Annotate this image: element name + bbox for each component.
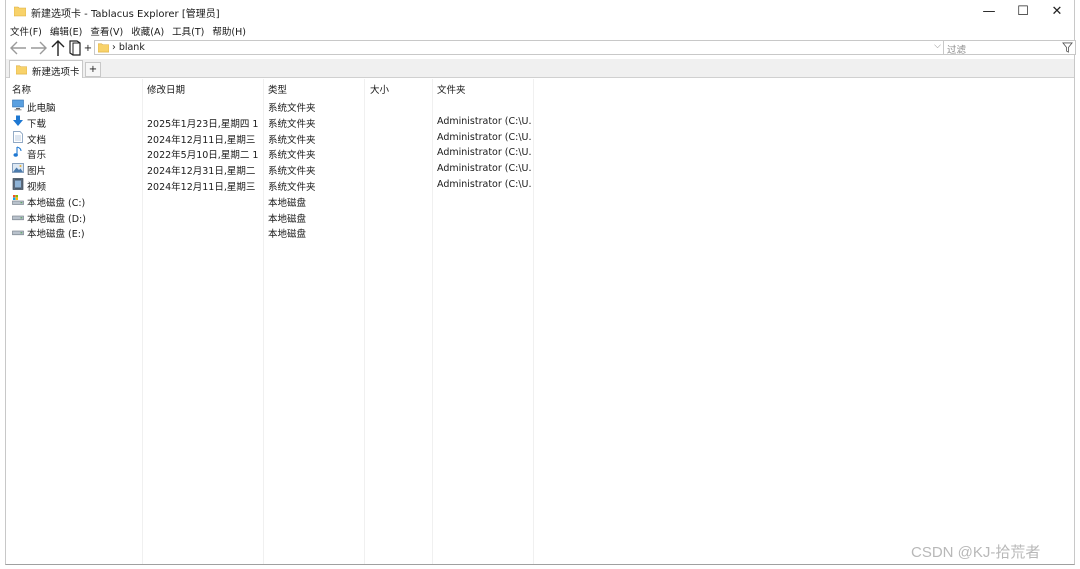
cell-folder: Administrator (C:\U...: [437, 179, 531, 190]
layout-button[interactable]: [67, 39, 83, 57]
cell-type: 本地磁盘: [268, 229, 307, 241]
book-icon: [69, 40, 81, 56]
cell-folder: Administrator (C:\U...: [437, 147, 531, 159]
cell-date: 2022年5月10日,星期二 1...: [147, 150, 259, 162]
menu-favorites[interactable]: 收藏(A): [131, 24, 168, 38]
table-row[interactable]: 此电脑 系统文件夹: [6, 98, 533, 114]
column-header-name[interactable]: 名称: [12, 82, 31, 96]
cell-name: 下载: [27, 118, 47, 130]
arrow-left-icon: [10, 41, 26, 55]
cell-date: 2024年12月11日,星期三 ...: [147, 182, 259, 193]
table-row[interactable]: 视频 2024年12月11日,星期三 ... 系统文件夹 Administrator …: [6, 177, 533, 193]
toolbar: + › blank ⌵ 过滤: [6, 38, 1076, 58]
download-icon: [12, 115, 24, 127]
cell-type: 本地磁盘: [268, 213, 307, 225]
table-row[interactable]: 图片 2024年12月31日,星期二 ... 系统文件夹 Administrator …: [6, 161, 533, 177]
table-row[interactable]: 文档 2024年12月11日,星期三 ... 系统文件夹 Administrator …: [6, 130, 533, 146]
table-row[interactable]: 本地磁盘 (C:) 本地磁盘: [6, 193, 533, 209]
cell-date: 2025年1月23日,星期四 1...: [147, 118, 259, 130]
explorer-window: 新建选项卡 - Tablacus Explorer [管理员] — ☐ ✕ 文件…: [5, 0, 1076, 565]
title-bar[interactable]: 新建选项卡 - Tablacus Explorer [管理员] — ☐ ✕: [6, 0, 1074, 23]
address-text: › blank: [112, 42, 145, 53]
cell-date: 2024年12月11日,星期三 ...: [147, 134, 259, 146]
menu-bar: 文件(F) 编辑(E) 查看(V) 收藏(A) 工具(T) 帮助(H): [6, 23, 1074, 38]
menu-tools[interactable]: 工具(T): [172, 24, 208, 38]
up-button[interactable]: [49, 39, 67, 57]
menu-help[interactable]: 帮助(H): [212, 24, 250, 38]
add-button[interactable]: +: [83, 39, 93, 57]
minimize-button[interactable]: —: [972, 0, 1006, 23]
picture-icon: [12, 162, 24, 174]
forward-button[interactable]: [28, 39, 50, 57]
close-button[interactable]: ✕: [1040, 0, 1074, 23]
computer-icon: [12, 99, 24, 111]
folder-icon: [14, 6, 26, 17]
table-row[interactable]: 本地磁盘 (D:) 本地磁盘: [6, 209, 533, 225]
tab-label: 新建选项卡: [32, 67, 80, 78]
address-bar[interactable]: › blank ⌵: [94, 40, 944, 55]
column-header-type[interactable]: 类型: [268, 82, 287, 96]
cell-type: 系统文件夹: [268, 150, 316, 162]
watermark: CSDN @KJ-拾荒者: [911, 544, 1041, 561]
cell-date: 2024年12月31日,星期二 ...: [147, 166, 259, 178]
music-icon: [12, 146, 24, 158]
cell-type: 系统文件夹: [268, 118, 316, 130]
menu-view[interactable]: 查看(V): [90, 24, 127, 38]
filter-placeholder: 过滤: [947, 45, 967, 56]
column-separator: [533, 79, 534, 564]
chevron-down-icon[interactable]: ⌵: [934, 41, 941, 51]
folder-icon: [98, 43, 109, 53]
tab-new[interactable]: 新建选项卡: [9, 60, 83, 78]
cell-type: 本地磁盘: [268, 197, 307, 209]
filter-input[interactable]: 过滤: [943, 40, 1076, 56]
maximize-button[interactable]: ☐: [1006, 0, 1040, 23]
table-row[interactable]: 下载 2025年1月23日,星期四 1... 系统文件夹 Administrator …: [6, 114, 533, 130]
cell-folder: Administrator (C:\U...: [437, 131, 531, 143]
window-title: 新建选项卡 - Tablacus Explorer [管理员]: [31, 9, 220, 20]
cell-type: 系统文件夹: [268, 166, 316, 178]
column-header-folder[interactable]: 文件夹: [437, 82, 466, 96]
cell-folder: Administrator (C:\U...: [437, 115, 531, 127]
file-list[interactable]: 名称 修改日期 类型 大小 文件夹 此电脑 系统文件夹 下载 2025年1月23日,星…: [6, 79, 1074, 564]
column-header-date[interactable]: 修改日期: [147, 82, 185, 96]
cell-type: 系统文件夹: [268, 134, 316, 146]
table-row[interactable]: 本地磁盘 (E:) 本地磁盘: [6, 224, 533, 240]
system-drive-icon: [12, 194, 24, 206]
cell-name: 文档: [27, 134, 47, 146]
back-button[interactable]: [7, 39, 29, 57]
drive-icon: [12, 210, 24, 222]
arrow-right-icon: [31, 41, 47, 55]
cell-name: 音乐: [27, 150, 47, 162]
table-row[interactable]: 音乐 2022年5月10日,星期二 1... 系统文件夹 Administrator …: [6, 145, 533, 161]
arrow-up-icon: [51, 40, 65, 56]
drive-icon: [12, 225, 24, 237]
video-icon: [12, 178, 24, 190]
cell-name: 视频: [27, 182, 47, 193]
filter-icon[interactable]: [1062, 42, 1073, 53]
cell-name: 本地磁盘 (E:): [27, 229, 85, 241]
document-icon: [12, 130, 24, 143]
menu-file[interactable]: 文件(F): [10, 24, 46, 38]
cell-name: 图片: [27, 166, 47, 178]
cell-name: 本地磁盘 (C:): [27, 197, 86, 209]
column-header-size[interactable]: 大小: [370, 82, 389, 96]
menu-edit[interactable]: 编辑(E): [50, 24, 86, 38]
cell-name: 本地磁盘 (D:): [27, 213, 86, 225]
tab-bar: 新建选项卡 +: [6, 59, 1074, 78]
add-tab-button[interactable]: +: [85, 62, 101, 77]
cell-folder: Administrator (C:\U...: [437, 163, 531, 175]
cell-name: 此电脑: [27, 103, 56, 114]
cell-type: 系统文件夹: [268, 103, 316, 114]
folder-icon: [16, 65, 27, 75]
cell-type: 系统文件夹: [268, 182, 316, 193]
